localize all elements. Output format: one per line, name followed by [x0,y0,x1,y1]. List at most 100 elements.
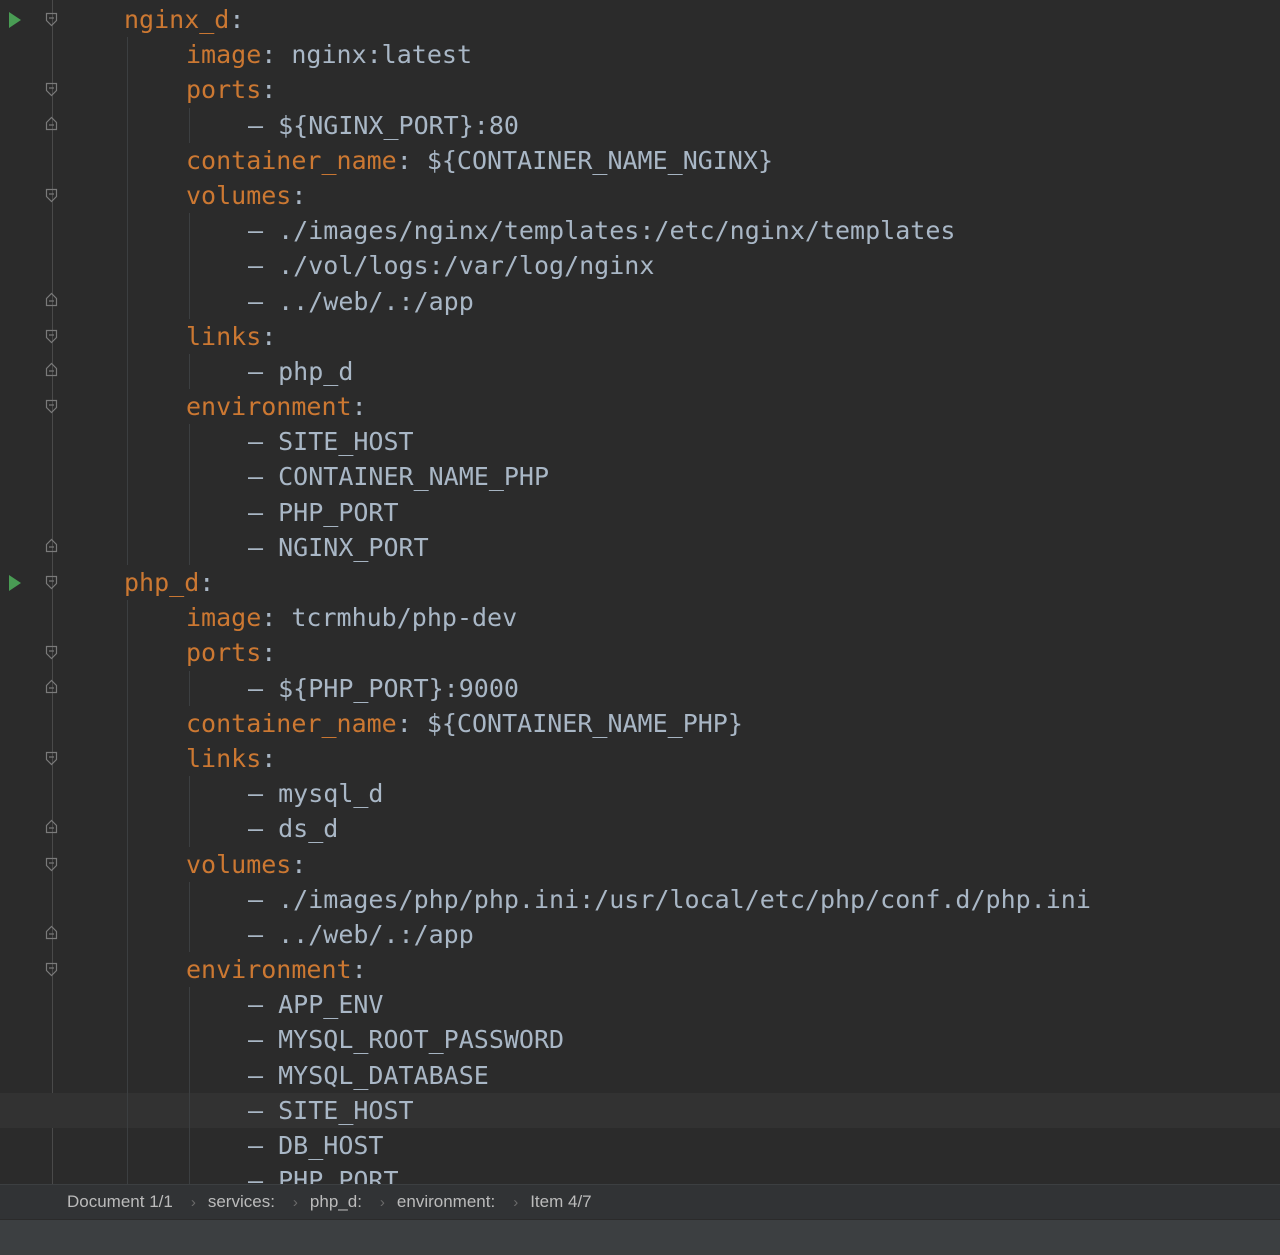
code-text: links: [186,319,276,354]
code-line[interactable]: – PHP_PORT [0,494,1280,530]
code-line[interactable]: – PHP_PORT [0,1163,1280,1184]
yaml-colon: : [351,955,367,985]
breadcrumb-separator-icon: › [379,1193,385,1211]
code-area[interactable]: nginx_d: image: nginx:latest ports: – ${NGI… [0,2,1280,1184]
fold-expanded-icon[interactable] [45,399,58,414]
yaml-value: NGINX_PORT [278,532,429,562]
code-editor[interactable]: nginx_d: image: nginx:latest ports: – ${NGI… [0,0,1280,1184]
code-line[interactable]: – MYSQL_DATABASE [0,1057,1280,1093]
code-line[interactable]: container_name: ${CONTAINER_NAME_NGINX} [0,142,1280,178]
code-line[interactable]: links: [0,318,1280,354]
breadcrumb-item[interactable]: Document 1/1 [67,1192,173,1212]
code-text: – ./images/php/php.ini:/usr/local/etc/ph… [248,882,1091,917]
list-dash: – [248,462,279,492]
indent-guide [189,670,190,706]
list-dash: – [248,673,279,703]
code-text: – ${PHP_PORT}:9000 [248,671,519,706]
yaml-value: mysql_d [278,779,384,809]
breadcrumb-item[interactable]: Item 4/7 [530,1192,591,1212]
code-text: container_name: ${CONTAINER_NAME_PHP} [186,706,743,741]
breadcrumb-item[interactable]: php_d: [310,1192,362,1212]
code-line[interactable]: – php_d [0,353,1280,390]
code-line[interactable]: – mysql_d [0,776,1280,812]
run-icon[interactable] [9,575,21,591]
fold-expanded-icon[interactable] [45,12,58,27]
code-line[interactable]: – APP_ENV [0,987,1280,1023]
run-icon[interactable] [9,12,21,28]
indent-guide [189,776,190,812]
yaml-value: ./vol/logs:/var/log/nginx [278,251,655,281]
code-line[interactable]: image: nginx:latest [0,37,1280,73]
indent-guide [189,1022,190,1058]
code-line[interactable]: volumes: [0,846,1280,882]
code-text: – DB_HOST [248,1128,383,1163]
yaml-colon: : [261,321,277,351]
code-line[interactable]: – CONTAINER_NAME_PHP [0,459,1280,495]
code-line[interactable]: – ${PHP_PORT}:9000 [0,670,1280,706]
fold-end-icon[interactable] [45,925,58,940]
code-line[interactable]: php_d: [0,565,1280,600]
fold-expanded-icon[interactable] [45,188,58,203]
yaml-key: links [186,743,262,773]
code-line[interactable]: – NGINX_PORT [0,529,1280,565]
code-text: – SITE_HOST [248,424,414,459]
code-line[interactable]: ports: [0,72,1280,108]
code-line[interactable]: – ./images/nginx/templates:/etc/nginx/te… [0,213,1280,249]
yaml-value: ${PHP_PORT}:9000 [278,673,519,703]
code-line[interactable]: ports: [0,635,1280,671]
indent-guide [127,424,128,460]
fold-end-icon[interactable] [45,362,58,377]
yaml-value: MYSQL_DATABASE [278,1060,489,1090]
fold-end-icon[interactable] [45,292,58,307]
fold-end-icon[interactable] [45,819,58,834]
fold-expanded-icon[interactable] [45,329,58,344]
code-line[interactable]: – ../web/.:/app [0,916,1280,953]
code-line[interactable]: – SITE_HOST [0,424,1280,460]
list-dash: – [248,990,279,1020]
code-line[interactable]: container_name: ${CONTAINER_NAME_PHP} [0,705,1280,741]
indent-guide [127,987,128,1023]
fold-expanded-icon[interactable] [45,575,58,590]
code-line[interactable]: nginx_d: [0,2,1280,37]
code-text: – ../web/.:/app [248,284,474,319]
yaml-value: PHP_PORT [278,1166,399,1184]
fold-expanded-icon[interactable] [45,857,58,872]
list-dash: – [248,814,279,844]
code-line[interactable]: – ./images/php/php.ini:/usr/local/etc/ph… [0,881,1280,917]
fold-expanded-icon[interactable] [45,645,58,660]
fold-end-icon[interactable] [45,679,58,694]
list-dash: – [248,1025,279,1055]
code-line[interactable]: image: tcrmhub/php-dev [0,600,1280,636]
fold-expanded-icon[interactable] [45,751,58,766]
breadcrumb-item[interactable]: services: [208,1192,275,1212]
code-line[interactable]: – DB_HOST [0,1128,1280,1164]
indent-guide [127,811,128,847]
list-dash: – [248,110,279,140]
fold-end-icon[interactable] [45,116,58,131]
code-line[interactable]: – ${NGINX_PORT}:80 [0,107,1280,143]
code-line[interactable]: environment: [0,389,1280,425]
indent-guide [127,353,128,390]
yaml-key: links [186,321,262,351]
yaml-colon: : [229,5,245,34]
indent-guide [127,213,128,249]
code-line[interactable]: – SITE_HOST [0,1092,1280,1128]
fold-expanded-icon[interactable] [45,82,58,97]
code-line[interactable]: environment: [0,952,1280,988]
indent-guide [189,1128,190,1164]
fold-end-icon[interactable] [45,538,58,553]
code-line[interactable]: – ds_d [0,811,1280,847]
fold-expanded-icon[interactable] [45,962,58,977]
indent-guide [127,177,128,214]
code-line[interactable]: – MYSQL_ROOT_PASSWORD [0,1022,1280,1058]
code-line[interactable]: – ./vol/logs:/var/log/nginx [0,248,1280,284]
yaml-colon: : [291,180,307,210]
indent-guide [189,459,190,495]
code-line[interactable]: volumes: [0,177,1280,214]
code-line[interactable]: links: [0,740,1280,777]
code-text: – MYSQL_ROOT_PASSWORD [248,1022,564,1057]
code-line[interactable]: – ../web/.:/app [0,283,1280,319]
yaml-key: php_d [124,568,200,597]
yaml-colon: : [261,603,277,633]
breadcrumb-item[interactable]: environment: [397,1192,495,1212]
